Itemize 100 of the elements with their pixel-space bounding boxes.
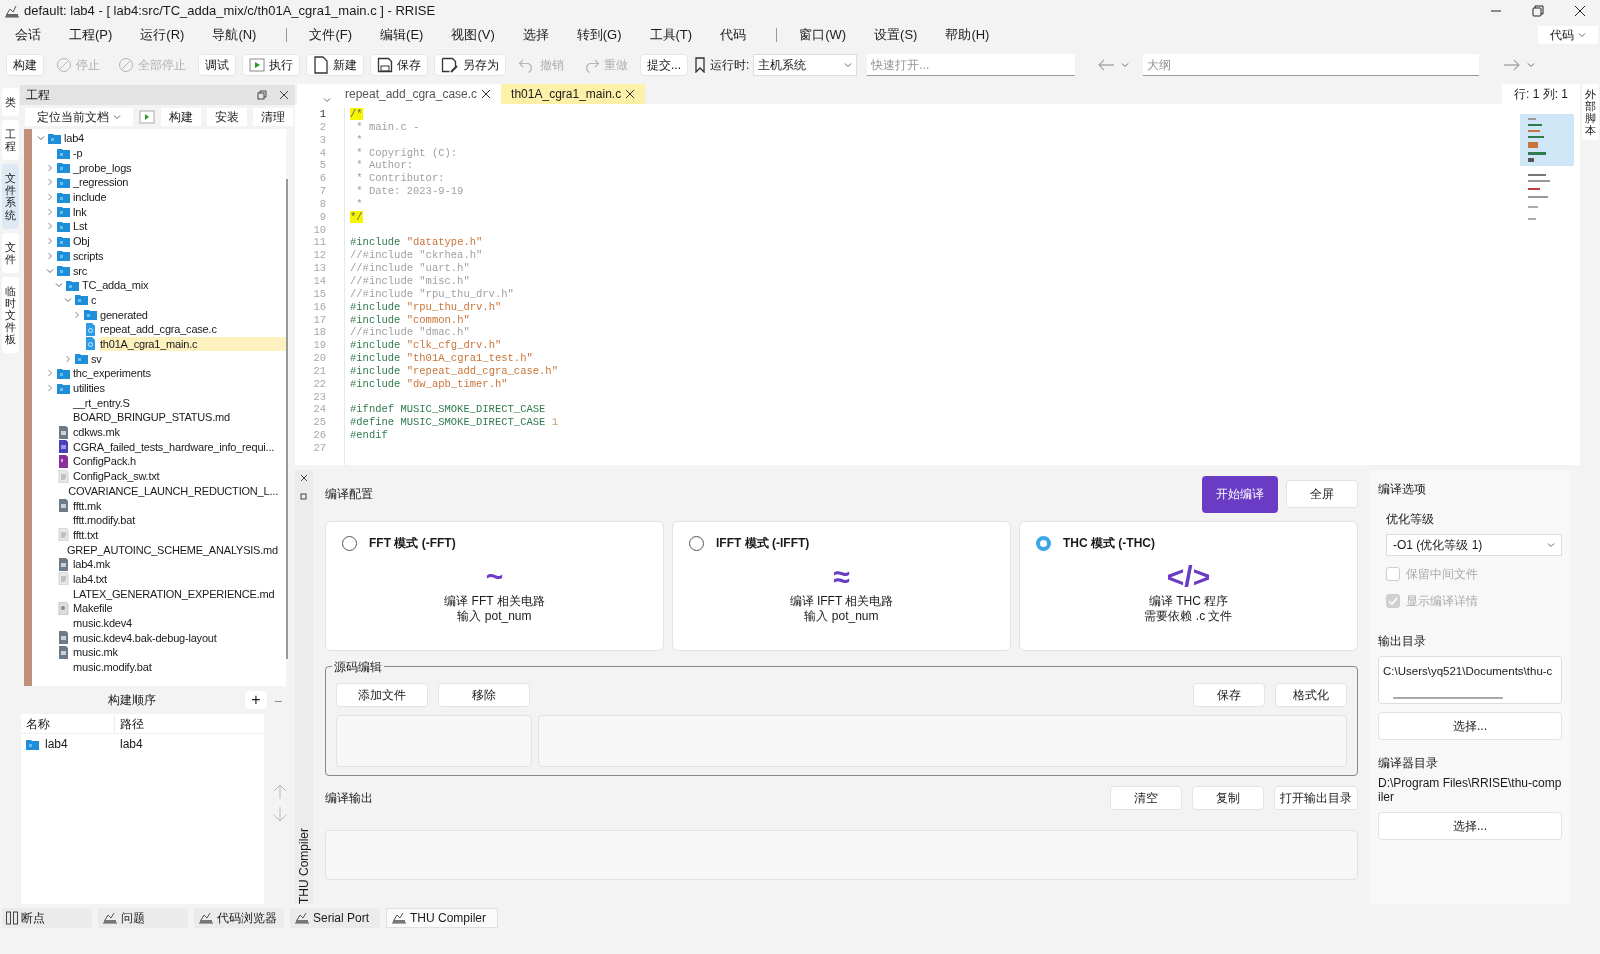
panel-button[interactable]: 清理 [253,108,293,126]
tree-item[interactable]: generated [100,307,156,322]
chevron-right-icon[interactable] [63,354,72,363]
toolbar-button[interactable]: 添加文件 [336,683,428,707]
move-up-icon[interactable] [272,784,287,800]
chevron-down-icon[interactable] [63,295,72,304]
menu-item[interactable]: 窗口(W) [799,25,847,45]
locate-button[interactable]: 定位当前文档 [25,108,133,126]
tree-item[interactable]: utilities [73,381,113,396]
chevron-down-icon[interactable] [1578,31,1586,39]
chevron-down-icon[interactable] [1121,61,1130,69]
output-dir-field[interactable]: C:\Users\yq521\Documents\thu-c [1378,656,1562,704]
mode-card[interactable]: THC 模式 (-THC) </> 编译 THC 程序 需要依赖 .c 文件 [1019,521,1358,651]
close-icon[interactable] [279,90,289,100]
chevron-down-icon[interactable] [113,113,121,121]
dock-tab[interactable]: 文件系统 [1,164,19,229]
tree-item[interactable]: lab4 [64,131,92,146]
tree-item[interactable]: BOARD_BRINGUP_STATUS.md [73,410,238,425]
toolbar-button[interactable]: 保存 [370,54,428,76]
close-icon[interactable] [481,89,492,99]
bottom-tab[interactable]: THU Compiler [386,908,498,928]
radio-button[interactable] [1036,535,1051,551]
float-icon[interactable] [257,90,267,100]
tree-item[interactable]: __rt_entry.S [73,395,138,410]
bottom-tab[interactable]: 断点 [2,908,92,928]
tree-item[interactable]: fftt.mk [73,498,110,513]
tree-item[interactable]: lab4.mk [73,557,119,572]
tree-item[interactable]: Obj [73,234,98,249]
chevron-down-icon[interactable] [36,134,45,143]
tree-item[interactable]: include [73,190,115,205]
tree-item[interactable]: music.kdev4 [73,616,140,631]
chevron-right-icon[interactable] [45,222,54,231]
close-icon[interactable] [625,89,636,99]
menu-item[interactable]: 视图(V) [451,25,495,45]
tree-item[interactable]: lab4.txt [73,571,115,586]
tree-item[interactable]: fftt.modify.bat [73,513,143,528]
tree-item[interactable]: Lst [73,219,96,234]
tree-item[interactable]: sv [91,351,110,366]
menu-item[interactable]: 转到(G) [576,25,622,45]
tree-item[interactable]: music.modify.bat [73,660,160,675]
toolbar-button[interactable]: 打开输出目录 [1274,786,1358,810]
tree-item[interactable]: thc_experiments [73,366,159,381]
chevron-right-icon[interactable] [45,237,54,246]
dock-tab[interactable]: 工程 [1,120,19,161]
chevron-right-icon[interactable] [45,251,54,260]
dock-tab[interactable]: 文件 [1,232,19,273]
tree-item[interactable]: _probe_logs [73,160,140,175]
menu-item[interactable]: 会话 [15,25,41,45]
forward-arrow-icon[interactable] [1503,59,1522,71]
menu-item[interactable]: 文件(F) [309,25,353,45]
float-icon[interactable] [300,492,308,500]
back-arrow-icon[interactable] [1097,59,1116,71]
toolbar-button[interactable]: 清空 [1110,786,1182,810]
toolbar-button[interactable]: 构建 [6,54,44,76]
chevron-down-icon[interactable] [54,281,63,290]
chevron-down-icon[interactable] [1527,61,1536,69]
fullscreen-button[interactable]: 全屏 [1286,480,1358,508]
tree-item[interactable]: c [91,292,105,307]
dock-tab[interactable]: 临时文件板 [1,276,19,354]
dock-tab[interactable]: 外部脚本 [1581,84,1599,141]
menu-item[interactable]: 帮助(H) [945,25,990,45]
bottom-tab[interactable]: 问题 [98,908,188,928]
menu-item[interactable]: 工具(T) [649,25,693,45]
add-button[interactable]: + [245,691,267,709]
mode-card[interactable]: IFFT 模式 (-IFFT) ≈ 编译 IFFT 相关电路 输入 pot_num [672,521,1011,651]
menu-item[interactable]: 导航(N) [212,25,257,45]
tree-item[interactable]: -p [73,146,91,161]
tree-item[interactable]: scripts [73,248,112,263]
chevron-right-icon[interactable] [45,193,54,202]
optimization-select[interactable]: -O1 (优化等级 1) [1386,534,1562,556]
choose-button[interactable]: 选择... [1378,812,1562,840]
menu-item[interactable]: 编辑(E) [380,25,424,45]
tree-item[interactable]: cdkws.mk [73,425,128,440]
editor-tab[interactable]: repeat_add_cgra_case.c [335,84,502,104]
chevron-down-icon[interactable] [323,96,331,104]
tree-item[interactable]: ConfigPack.h [73,454,145,469]
dock-tab[interactable]: THU Compiler [295,826,313,904]
dock-tab[interactable]: 类 [1,88,19,117]
tree-item[interactable]: th01A_cgra1_main.c [100,336,286,351]
tree-item[interactable]: Makefile [73,601,121,616]
toolbar-button[interactable]: 保存 [1193,683,1265,707]
restore-icon[interactable] [1532,5,1544,17]
menu-item[interactable]: 代码 [720,25,747,45]
tree-item[interactable]: COVARIANCE_LAUNCH_REDUCTION_L... [68,483,286,498]
tree-item[interactable]: ConfigPack_sw.txt [73,469,168,484]
close-icon[interactable] [300,474,308,482]
toolbar-button[interactable]: 另存为 [434,54,506,76]
tree-item[interactable]: TC_adda_mix [82,278,157,293]
menu-item[interactable]: 运行(R) [140,25,185,45]
tree-item[interactable]: fftt.txt [73,527,107,542]
choose-button[interactable]: 选择... [1378,712,1562,740]
move-down-icon[interactable] [272,806,287,822]
chevron-right-icon[interactable] [45,384,54,393]
tree-item[interactable]: _regression [73,175,137,190]
tree-item[interactable]: LATEX_GENERATION_EXPERIENCE.md [73,586,283,601]
runtime-select[interactable]: 主机系统 [753,54,858,76]
toolbar-button[interactable]: 新建 [306,54,364,76]
close-icon[interactable] [1574,5,1586,17]
editor-tab[interactable]: th01A_cgra1_main.c [501,84,646,104]
outline-field[interactable]: 大纲 [1143,54,1480,76]
